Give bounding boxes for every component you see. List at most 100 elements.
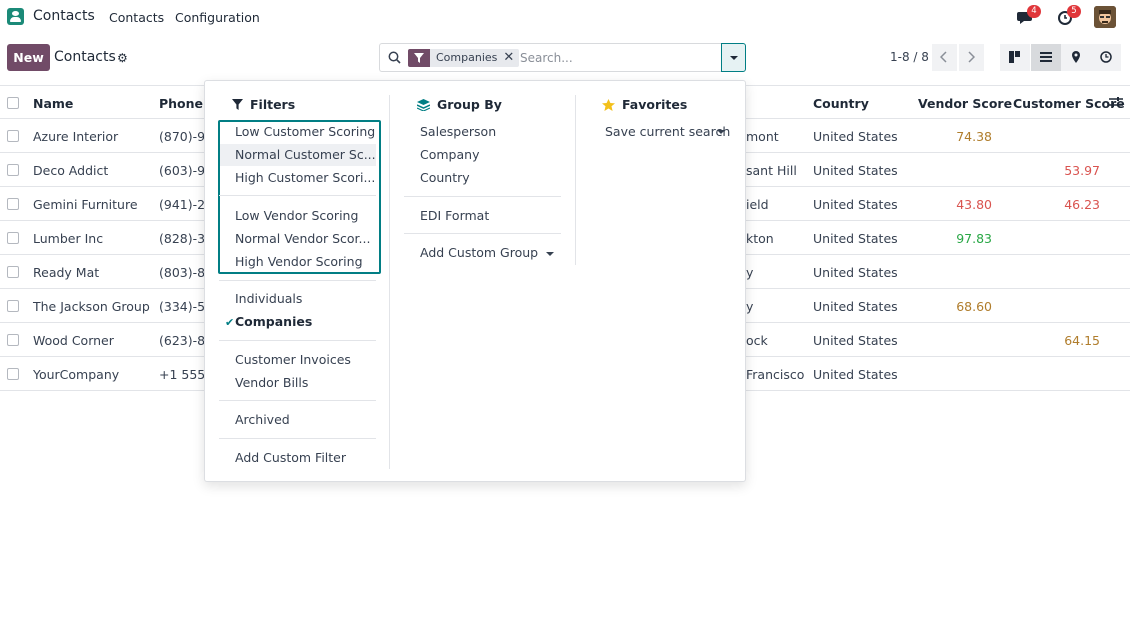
column-phone[interactable]: Phone xyxy=(159,96,203,111)
divider xyxy=(219,340,376,341)
column-customer-score[interactable]: Customer Score xyxy=(1013,96,1125,111)
row-checkbox[interactable] xyxy=(7,266,19,278)
cell-city: y xyxy=(746,299,754,314)
search-panel-dropdown: Filters Low Customer Scoring Normal Cust… xyxy=(204,80,746,482)
filter-normal-customer-scoring[interactable]: Normal Customer Sc... xyxy=(220,144,376,166)
filter-icon xyxy=(232,99,243,110)
cell-city: Francisco xyxy=(746,367,805,382)
menu-contacts[interactable]: Contacts xyxy=(109,10,164,25)
search-input[interactable] xyxy=(520,50,710,66)
clock-icon xyxy=(1100,51,1112,63)
filter-icon xyxy=(408,49,430,67)
column-divider xyxy=(575,95,576,265)
filter-customer-invoices[interactable]: Customer Invoices xyxy=(235,352,351,367)
cell-country: United States xyxy=(813,231,898,246)
column-vendor-score[interactable]: Vendor Score xyxy=(918,96,1012,111)
row-checkbox[interactable] xyxy=(7,232,19,244)
cell-name: YourCompany xyxy=(33,367,120,382)
filter-high-customer-scoring[interactable]: High Customer Scori... xyxy=(235,170,375,185)
cell-name: Lumber Inc xyxy=(33,231,104,246)
star-icon xyxy=(602,98,615,111)
cell-name: Azure Interior xyxy=(33,129,119,144)
group-company[interactable]: Company xyxy=(420,147,479,162)
search-options-toggle[interactable] xyxy=(721,43,746,72)
app-name[interactable]: Contacts xyxy=(33,8,95,24)
contacts-app-icon[interactable] xyxy=(7,8,24,25)
caret-down-icon xyxy=(717,130,725,134)
list-view-button[interactable] xyxy=(1031,44,1061,71)
divider xyxy=(219,280,376,281)
cell-country: United States xyxy=(813,129,898,144)
cell-name: Wood Corner xyxy=(33,333,114,348)
filter-vendor-bills[interactable]: Vendor Bills xyxy=(235,375,308,390)
column-divider xyxy=(389,95,390,469)
activity-badge: 5 xyxy=(1067,5,1081,18)
chevron-left-icon xyxy=(940,51,947,63)
search-facet-companies: Companies ✕ xyxy=(408,49,520,67)
cell-name: Ready Mat xyxy=(33,265,100,280)
row-checkbox[interactable] xyxy=(7,164,19,176)
checkmark-icon: ✔ xyxy=(225,316,235,329)
cell-vendor-score: 43.80 xyxy=(956,197,992,212)
filter-individuals[interactable]: Individuals xyxy=(235,291,302,306)
filters-title: Filters xyxy=(250,97,296,112)
cell-country: United States xyxy=(813,299,898,314)
group-salesperson[interactable]: Salesperson xyxy=(420,124,496,139)
gear-icon[interactable]: ⚙ xyxy=(117,51,128,65)
chat-icon[interactable]: 4 xyxy=(1017,5,1041,26)
group-country[interactable]: Country xyxy=(420,170,470,185)
select-all-checkbox[interactable] xyxy=(7,97,19,109)
cell-country: United States xyxy=(813,333,898,348)
filter-low-vendor-scoring[interactable]: Low Vendor Scoring xyxy=(235,208,358,223)
divider xyxy=(219,195,376,196)
new-button[interactable]: New xyxy=(7,44,50,71)
row-checkbox[interactable] xyxy=(7,300,19,312)
filter-companies[interactable]: Companies xyxy=(235,314,312,329)
facet-label: Companies xyxy=(430,49,504,67)
add-custom-group-select[interactable]: Add Custom Group xyxy=(420,245,538,260)
pager-next-button[interactable] xyxy=(959,44,984,71)
divider xyxy=(404,196,561,197)
group-edi-format[interactable]: EDI Format xyxy=(420,208,489,223)
facet-remove-icon[interactable]: ✕ xyxy=(503,49,520,67)
divider xyxy=(219,438,376,439)
save-current-search[interactable]: Save current search xyxy=(605,124,730,139)
list-icon xyxy=(1040,52,1052,62)
cell-country: United States xyxy=(813,265,898,280)
filter-high-vendor-scoring[interactable]: High Vendor Scoring xyxy=(235,254,363,269)
cell-country: United States xyxy=(813,367,898,382)
add-custom-filter[interactable]: Add Custom Filter xyxy=(235,450,346,465)
favorites-header: Favorites xyxy=(602,97,687,112)
cell-customer-score: 46.23 xyxy=(1064,197,1100,212)
cell-customer-score: 64.15 xyxy=(1064,333,1100,348)
menu-configuration[interactable]: Configuration xyxy=(175,10,260,25)
filter-low-customer-scoring[interactable]: Low Customer Scoring xyxy=(235,124,375,139)
row-checkbox[interactable] xyxy=(7,198,19,210)
row-checkbox[interactable] xyxy=(7,334,19,346)
kanban-view-button[interactable] xyxy=(1000,44,1030,71)
cell-customer-score: 53.97 xyxy=(1064,163,1100,178)
filter-archived[interactable]: Archived xyxy=(235,412,290,427)
pager-value[interactable]: 1-8 / 8 xyxy=(890,50,929,64)
filter-normal-vendor-scoring[interactable]: Normal Vendor Scor... xyxy=(235,231,370,246)
layers-icon xyxy=(417,98,430,111)
activity-clock-icon[interactable]: 5 xyxy=(1057,5,1081,26)
user-avatar[interactable] xyxy=(1094,6,1116,28)
search-bar[interactable]: Companies ✕ xyxy=(379,43,722,72)
favorites-title: Favorites xyxy=(622,97,688,112)
optional-columns-icon[interactable] xyxy=(1109,96,1123,111)
pager-previous-button[interactable] xyxy=(932,44,957,71)
row-checkbox[interactable] xyxy=(7,130,19,142)
group-by-header: Group By xyxy=(417,97,502,112)
column-name[interactable]: Name xyxy=(33,96,73,111)
map-marker-icon xyxy=(1072,51,1080,63)
activity-view-button[interactable] xyxy=(1091,44,1121,71)
row-checkbox[interactable] xyxy=(7,368,19,380)
cell-city: kton xyxy=(746,231,774,246)
kanban-icon xyxy=(1009,51,1020,63)
cell-city: ield xyxy=(746,197,769,212)
column-country[interactable]: Country xyxy=(813,96,869,111)
cell-city: sant Hill xyxy=(746,163,797,178)
cell-name: Gemini Furniture xyxy=(33,197,138,212)
map-view-button[interactable] xyxy=(1061,44,1091,71)
